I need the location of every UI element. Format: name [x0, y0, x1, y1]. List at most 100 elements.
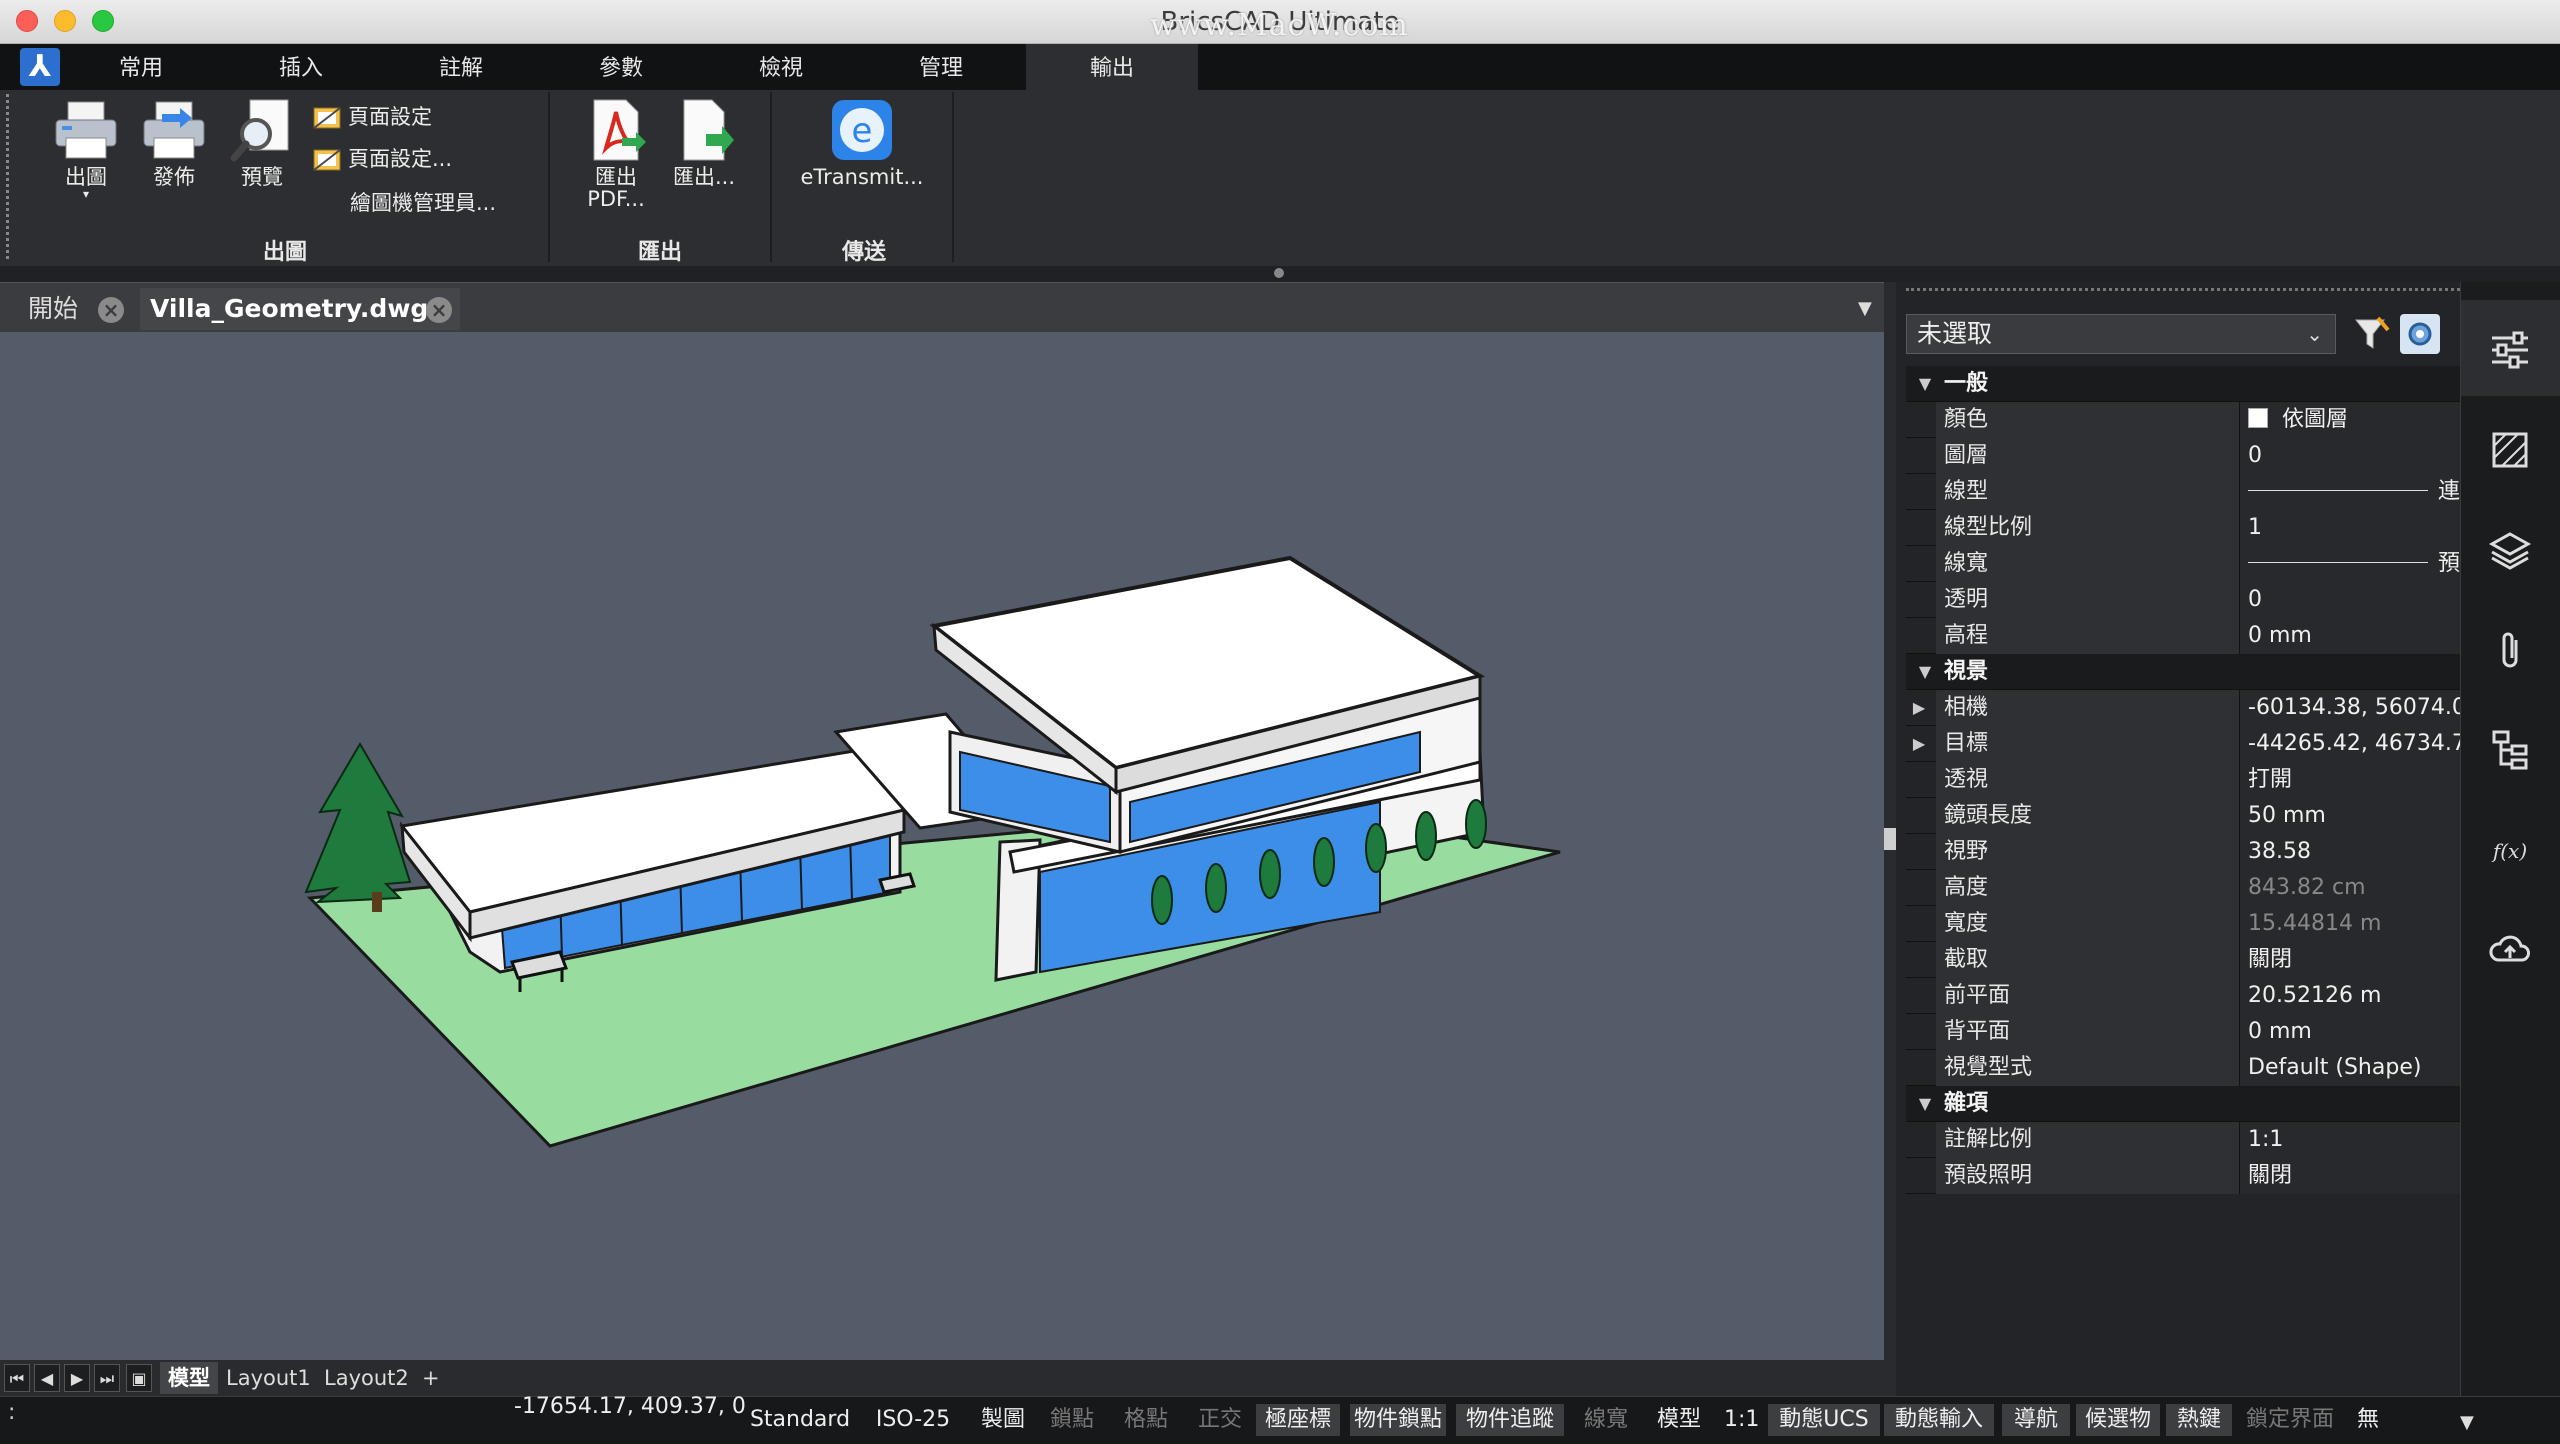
- status-toggle-9[interactable]: 線寬: [1574, 1404, 1638, 1436]
- linetype-preview: [2248, 489, 2428, 491]
- status-menu-arrow-icon[interactable]: ▼: [2460, 1412, 2474, 1433]
- ribbon-tab-bar: [0, 44, 2560, 90]
- quick-select-icon[interactable]: [2400, 314, 2440, 354]
- status-toggle-14[interactable]: 導航: [2002, 1404, 2070, 1436]
- property-row[interactable]: 線型 連續線: [1906, 474, 2460, 510]
- status-toggle-2[interactable]: 製圖: [968, 1404, 1038, 1436]
- property-row[interactable]: 線型比例 1: [1906, 510, 2460, 546]
- splitter-handle[interactable]: [1884, 828, 1896, 850]
- status-toggle-11[interactable]: 1:1: [1724, 1404, 1759, 1436]
- status-toggle-12[interactable]: 動態UCS: [1768, 1404, 1880, 1436]
- previous-layout-icon[interactable]: ◀: [34, 1364, 60, 1392]
- status-toggle-15[interactable]: 候選物: [2076, 1404, 2160, 1436]
- attachments-paperclip-icon[interactable]: [2486, 626, 2534, 674]
- chevron-down-icon: ⌄: [2306, 322, 2323, 346]
- status-toggle-13[interactable]: 動態輸入: [1884, 1404, 1994, 1436]
- ribbon-collapse-handle[interactable]: [1274, 268, 1284, 278]
- property-row[interactable]: 透視 打開: [1906, 762, 2460, 798]
- category-misc[interactable]: ▼ 雜項: [1906, 1086, 2460, 1122]
- cloud-upload-icon[interactable]: [2486, 926, 2534, 974]
- layout-tab-layout1[interactable]: Layout1: [226, 1362, 311, 1394]
- tab-view[interactable]: 檢視: [706, 44, 856, 90]
- expand-triangle-icon[interactable]: ▶: [1904, 726, 1934, 762]
- add-layout-button[interactable]: +: [422, 1362, 440, 1394]
- property-row[interactable]: 高程 0 mm: [1906, 618, 2460, 654]
- tab-home[interactable]: 常用: [66, 44, 216, 90]
- status-toggle-5[interactable]: 正交: [1186, 1404, 1254, 1436]
- hatch-icon[interactable]: [2486, 426, 2534, 474]
- category-general[interactable]: ▼ 一般: [1906, 366, 2460, 402]
- status-toggle-1[interactable]: ISO-25: [866, 1404, 960, 1436]
- structure-tree-icon[interactable]: [2486, 726, 2534, 774]
- tab-start-page[interactable]: 開始 ×: [12, 288, 140, 330]
- tab-drawing-villa[interactable]: Villa_Geometry.dwg ×: [140, 288, 460, 330]
- status-toggle-8[interactable]: 物件追蹤: [1456, 1404, 1564, 1436]
- close-icon[interactable]: ×: [426, 297, 452, 323]
- status-toggle-7[interactable]: 物件鎖點: [1350, 1404, 1446, 1436]
- plotter-manager-button[interactable]: 繪圖機管理員...: [350, 188, 496, 218]
- expand-triangle-icon[interactable]: ▶: [1904, 690, 1934, 726]
- layout-tab-model[interactable]: 模型: [160, 1362, 218, 1394]
- page-setup-button[interactable]: 頁面設定: [312, 102, 432, 132]
- layers-icon[interactable]: [2486, 526, 2534, 574]
- status-toggle-16[interactable]: 熱鍵: [2166, 1404, 2232, 1436]
- property-row[interactable]: 透明 0: [1906, 582, 2460, 618]
- document-list-dropdown-icon[interactable]: ▼: [1858, 298, 1872, 319]
- tab-output[interactable]: 輸出: [1026, 44, 1198, 90]
- property-row[interactable]: ▶ 相機 -60134.38, 56074.01, 39126.68: [1906, 690, 2460, 726]
- tab-manage[interactable]: 管理: [866, 44, 1016, 90]
- property-row[interactable]: ▶ 目標 -44265.42, 46734.76, 30067.07: [1906, 726, 2460, 762]
- parameters-function-icon[interactable]: f(x): [2486, 826, 2534, 874]
- export-button[interactable]: 匯出...: [664, 98, 744, 188]
- collapse-triangle-icon[interactable]: ▼: [1910, 366, 1940, 402]
- layout-menu-icon[interactable]: ▣: [126, 1364, 152, 1392]
- page-setup-icon: [313, 149, 341, 171]
- layout-tab-layout2[interactable]: Layout2: [324, 1362, 409, 1394]
- tab-annotate[interactable]: 註解: [386, 44, 536, 90]
- property-row[interactable]: 線寬 預設: [1906, 546, 2460, 582]
- tab-insert[interactable]: 插入: [226, 44, 376, 90]
- property-row[interactable]: 視覺型式 Default (Shape): [1906, 1050, 2460, 1086]
- page-setup-more-button[interactable]: 頁面設定...: [312, 144, 452, 174]
- plot-button[interactable]: 出圖 ▾: [44, 98, 128, 200]
- collapse-triangle-icon[interactable]: ▼: [1910, 1086, 1940, 1122]
- property-row[interactable]: 截取 關閉: [1906, 942, 2460, 978]
- app-logo-icon[interactable]: ⅄: [20, 48, 60, 86]
- status-toggle-10[interactable]: 模型: [1642, 1404, 1716, 1436]
- export-pdf-button[interactable]: 匯出 PDF...: [576, 98, 656, 210]
- status-toggle-4[interactable]: 格點: [1112, 1404, 1180, 1436]
- first-layout-icon[interactable]: ⏮: [4, 1364, 30, 1392]
- last-layout-icon[interactable]: ⏭: [94, 1364, 120, 1392]
- category-view[interactable]: ▼ 視景: [1906, 654, 2460, 690]
- property-row[interactable]: 鏡頭長度 50 mm: [1906, 798, 2460, 834]
- selection-dropdown[interactable]: 未選取 ⌄: [1906, 314, 2336, 354]
- status-toggle-18[interactable]: 無: [2348, 1404, 2388, 1436]
- status-toggle-0[interactable]: Standard: [748, 1404, 852, 1436]
- preview-button[interactable]: 預覽: [220, 98, 304, 188]
- property-row[interactable]: 顏色 依圖層: [1906, 402, 2460, 438]
- command-prompt[interactable]: :: [8, 1400, 15, 1425]
- property-row[interactable]: 預設照明 關閉: [1906, 1158, 2460, 1194]
- property-row[interactable]: 註解比例 1:1: [1906, 1122, 2460, 1158]
- status-toggle-17[interactable]: 鎖定界面: [2240, 1404, 2340, 1436]
- tab-parametric[interactable]: 參數: [546, 44, 696, 90]
- panel-title-export: 匯出: [637, 240, 682, 265]
- status-toggle-6[interactable]: 極座標: [1256, 1404, 1340, 1436]
- property-row[interactable]: 視野 38.58: [1906, 834, 2460, 870]
- drawing-viewport[interactable]: [0, 332, 1884, 1360]
- collapse-triangle-icon[interactable]: ▼: [1910, 654, 1940, 690]
- property-row[interactable]: 前平面 20.52126 m: [1906, 978, 2460, 1014]
- properties-grip[interactable]: [1906, 288, 2556, 294]
- filter-icon[interactable]: [2354, 316, 2390, 354]
- property-row[interactable]: 圖層 0: [1906, 438, 2460, 474]
- etransmit-button[interactable]: e eTransmit...: [792, 98, 932, 188]
- publish-button[interactable]: 發佈: [132, 98, 216, 188]
- properties-sliders-icon[interactable]: [2486, 326, 2534, 374]
- property-row[interactable]: 背平面 0 mm: [1906, 1014, 2460, 1050]
- pdf-icon: [593, 99, 646, 161]
- status-toggle-3[interactable]: 鎖點: [1038, 1404, 1106, 1436]
- villa-3d-model: [304, 555, 1561, 1148]
- ribbon-grip-handle[interactable]: [6, 94, 10, 259]
- next-layout-icon[interactable]: ▶: [64, 1364, 90, 1392]
- close-icon[interactable]: ×: [98, 297, 124, 323]
